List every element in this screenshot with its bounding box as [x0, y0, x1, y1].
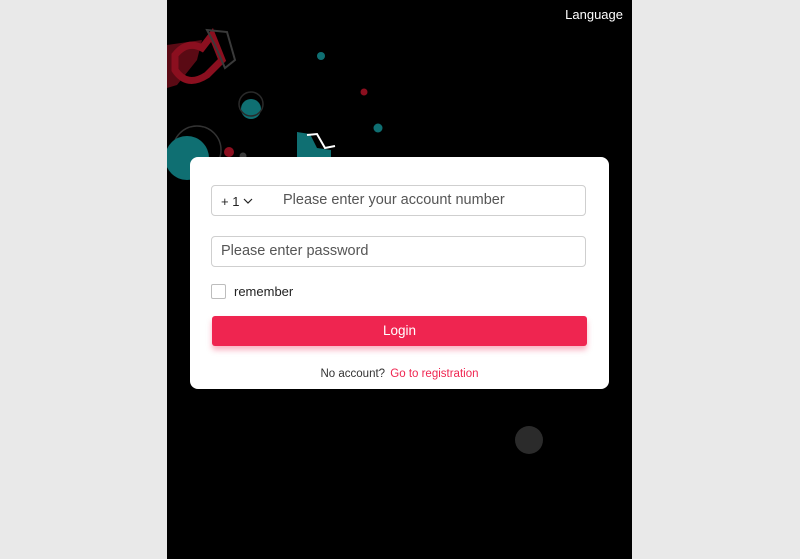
- no-account-text: No account?: [320, 368, 386, 380]
- account-field: + 1: [211, 185, 586, 216]
- remember-row: remember: [211, 284, 293, 299]
- password-field: [211, 236, 586, 267]
- login-card: + 1 remember Login No account? Go to reg…: [190, 157, 609, 389]
- phone-screen: Language + 1 remember Login No account? …: [167, 0, 632, 559]
- remember-label: remember: [234, 284, 294, 299]
- remember-checkbox[interactable]: [211, 284, 226, 299]
- password-input[interactable]: [221, 237, 576, 266]
- login-button[interactable]: Login: [212, 316, 587, 346]
- language-selector[interactable]: Language: [565, 7, 623, 22]
- country-code: + 1: [221, 194, 240, 209]
- chevron-down-icon: [244, 198, 253, 204]
- registration-prompt: No account? Go to registration: [190, 368, 609, 380]
- country-code-selector[interactable]: + 1: [221, 194, 253, 209]
- decor-circle: [515, 426, 543, 454]
- account-input[interactable]: [283, 186, 578, 215]
- tiktok-logo-decor: [167, 27, 237, 88]
- register-link[interactable]: Go to registration: [390, 368, 478, 380]
